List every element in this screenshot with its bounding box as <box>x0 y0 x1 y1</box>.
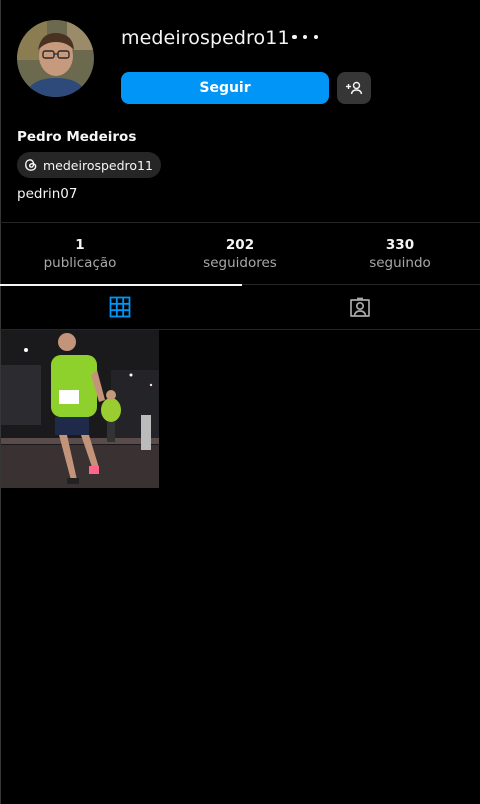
post-thumbnail[interactable] <box>1 330 159 488</box>
stat-following-count: 330 <box>385 237 415 253</box>
divider <box>0 222 480 223</box>
avatar[interactable] <box>17 20 94 97</box>
stat-posts-count: 1 <box>75 237 85 253</box>
stat-followers-label: seguidores <box>203 255 277 271</box>
profile-tabs <box>0 285 480 329</box>
stat-posts-label: publicação <box>43 255 117 271</box>
suggest-similar-button[interactable] <box>337 72 371 104</box>
stat-followers-count: 202 <box>225 237 255 253</box>
tab-posts[interactable] <box>0 285 240 329</box>
dot <box>313 34 318 40</box>
profile-bio: pedrin07 <box>17 186 78 202</box>
dot <box>292 34 297 40</box>
tab-tagged[interactable] <box>240 285 480 329</box>
stat-following-label: seguindo <box>369 255 431 271</box>
follow-button[interactable]: Seguir <box>121 72 329 104</box>
profile-username: medeirospedro11 <box>121 27 290 49</box>
avatar-photo <box>17 20 94 97</box>
stat-followers[interactable]: 202 seguidores <box>160 225 320 283</box>
threads-handle: medeirospedro11 <box>43 157 153 173</box>
tagged-icon <box>350 297 370 317</box>
stat-posts: 1 publicação <box>0 225 160 283</box>
profile-stats: 1 publicação 202 seguidores 330 seguindo <box>0 225 480 283</box>
profile-full-name: Pedro Medeiros <box>17 129 137 145</box>
add-person-icon <box>346 81 363 95</box>
post-photo <box>1 330 159 488</box>
threads-link[interactable]: medeirospedro11 <box>17 152 161 178</box>
dot <box>302 34 308 40</box>
grid-icon <box>109 296 131 318</box>
stat-following[interactable]: 330 seguindo <box>320 225 480 283</box>
threads-icon <box>25 159 37 171</box>
more-options-icon[interactable] <box>292 28 318 46</box>
